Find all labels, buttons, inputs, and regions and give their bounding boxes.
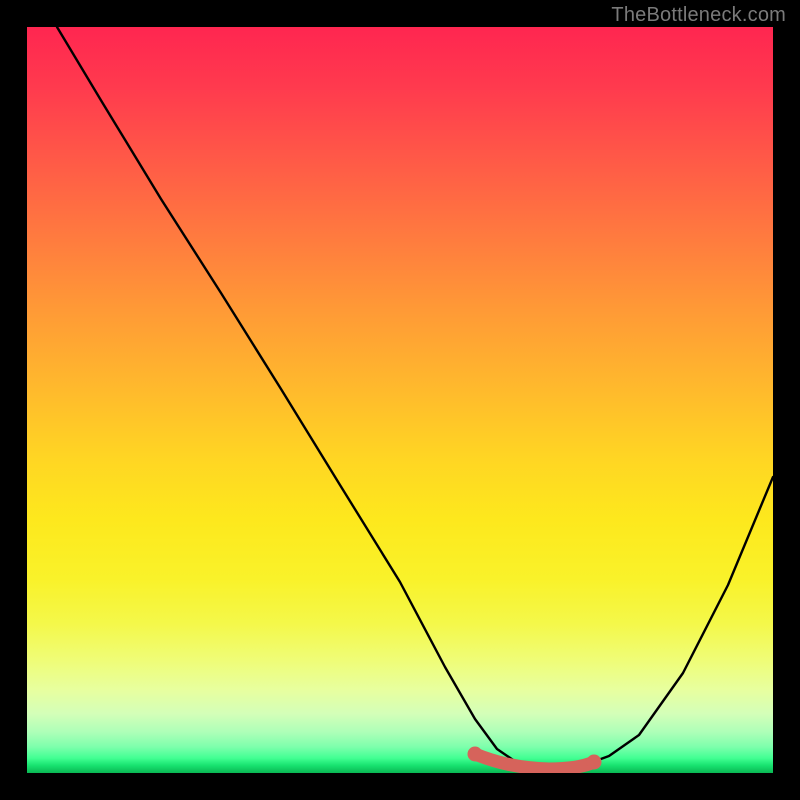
plot-area: [27, 27, 773, 773]
bottleneck-curve: [57, 27, 773, 770]
chart-stage: TheBottleneck.com: [0, 0, 800, 800]
min-marker-start-dot: [468, 747, 483, 762]
flat-minimum-marker: [475, 754, 594, 769]
min-marker-end-dot: [587, 755, 602, 770]
curve-layer: [27, 27, 773, 773]
watermark-text: TheBottleneck.com: [611, 4, 786, 27]
